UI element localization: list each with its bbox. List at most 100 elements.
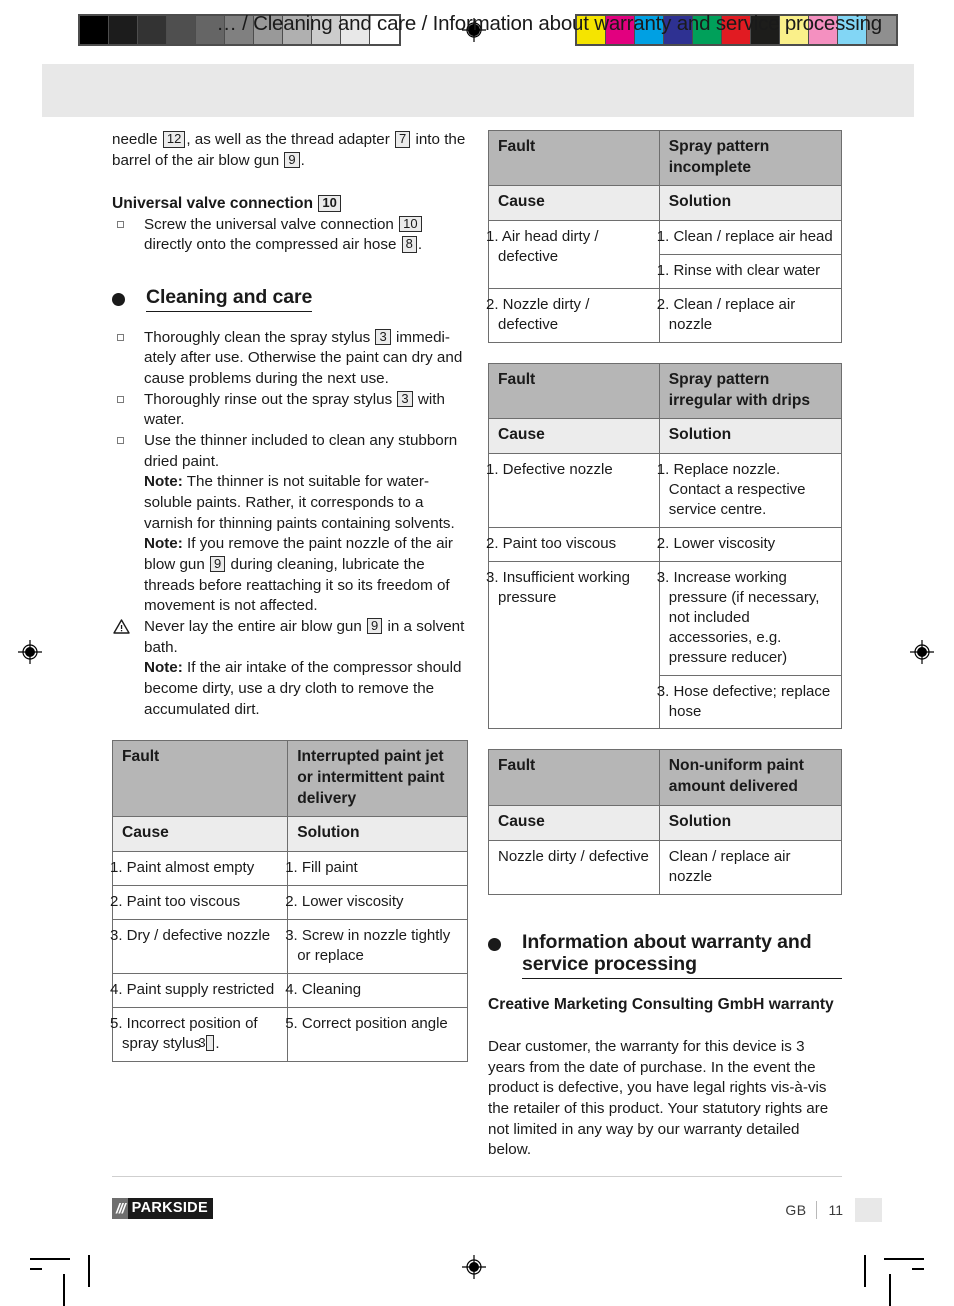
table-cell-fault-value: Interrupted paint jet or intermittent pa… — [287, 740, 468, 818]
table-cell-solution-label: Solution — [658, 418, 843, 455]
table-cell-fault-value: Non-uniform paint amount delivered — [658, 749, 843, 806]
list-item-warning: Never lay the entire air blow gun 9 in a… — [112, 617, 468, 720]
ref-chip: 9 — [284, 151, 300, 169]
footer-divider — [112, 1176, 842, 1177]
table-row: Cause Solution — [488, 804, 843, 841]
page-number: 11 — [828, 1202, 843, 1218]
table-row: 1. Air head dirty / defective 1. Clean /… — [486, 220, 843, 290]
text-fragment: directly onto the compressed air hose — [144, 236, 397, 254]
table-cell-cause-label: Cause — [488, 185, 660, 222]
left-column: needle 12, as well as the thread adapter… — [110, 130, 468, 1062]
text-fragment: Screw the universal valve connection — [144, 215, 394, 233]
gray-swatch-0 — [80, 16, 109, 44]
text-fragment: , as well as the thread adapter — [186, 131, 390, 148]
table-row: Cause Solution — [488, 418, 843, 455]
ref-chip: 8 — [401, 236, 417, 253]
bullet-dot-icon — [488, 937, 501, 951]
table-cell-solution: 2. Lower viscosity — [285, 885, 468, 921]
fault-table-non-uniform: Fault Non-uniform paint amount delivered… — [488, 749, 843, 895]
square-bullet-icon — [117, 220, 124, 228]
table-cell-fault-value: Spray pattern incomplete — [658, 129, 843, 187]
square-bullet-icon — [117, 436, 124, 444]
table-row: 2. Paint too viscous 2. Lower viscosity — [110, 885, 468, 921]
cleaning-instruction-list: Thoroughly clean the spray stylus 3 imme… — [112, 328, 468, 721]
logo-slashes: /// — [112, 1198, 128, 1219]
table-cell-solution: 3. Screw in nozzle tightly or replace — [285, 919, 468, 974]
table-cell-cause: 1. Air head dirty / defective — [486, 220, 660, 290]
table-row: 3. Insufficient working pressure 3. Incr… — [486, 560, 843, 730]
table-row: Cause Solution — [111, 816, 468, 853]
page-header-band — [42, 64, 914, 117]
ref-chip: 10 — [318, 195, 341, 212]
table-cell-solution: 1. Fill paint — [285, 851, 468, 887]
continued-paragraph: needle 12, as well as the thread adapter… — [112, 130, 468, 171]
table-row: 4. Paint supply restricted 4. Cleaning — [110, 972, 468, 1008]
warranty-subheading: Creative Marketing Consulting GmbH warra… — [488, 995, 834, 1013]
text-fragment: 5. Incorrect position of spray stylus — [110, 1014, 258, 1052]
table-cell-solution: 1. Rinse with clear water — [657, 254, 843, 290]
registration-mark-icon — [462, 1255, 486, 1279]
table-cell-cause-label: Cause — [111, 816, 289, 853]
table-cell-solution: 2. Clean / replace air nozzle — [657, 288, 843, 343]
fault-table-interrupted-jet: Fault Interrupted paint jet or intermitt… — [110, 740, 468, 1062]
page-footer-info: GB 11 — [785, 1198, 882, 1222]
text-fragment: . — [417, 236, 423, 254]
footer-separator — [816, 1201, 818, 1219]
note-label: Note: — [144, 659, 183, 677]
table-cell-solution: 3. Hose defective; replace hose — [657, 674, 843, 730]
table-row: 2. Paint too viscous 2. Lower viscosity — [486, 526, 843, 562]
crop-mark — [864, 1255, 866, 1287]
note-label: Note: — [144, 535, 183, 553]
table-cell-cause: 4. Paint supply restricted — [110, 972, 289, 1008]
crop-mark — [30, 1258, 70, 1260]
valve-subheading: Universal valve connection 10 — [112, 193, 468, 214]
table-row: 3. Dry / defective nozzle 3. Screw in no… — [110, 919, 468, 974]
ref-chip: 9 — [210, 555, 226, 573]
table-cell-cause: 3. Dry / defective nozzle — [110, 919, 289, 974]
table-cell-cause: Nozzle dirty / defective — [488, 839, 660, 895]
section-title: Cleaning and care — [146, 286, 312, 312]
footer-color-block — [855, 1198, 882, 1222]
ref-chip: 12 — [162, 131, 186, 148]
gray-swatch-3 — [167, 16, 196, 44]
table-cell-solution: 3. Increase working pressure (if necessa… — [657, 560, 843, 676]
bullet-dot-icon — [112, 292, 125, 306]
ref-chip: 3 — [198, 1034, 215, 1052]
ref-chip: 7 — [395, 131, 411, 148]
logo-wordmark: PARKSIDE — [127, 1198, 213, 1219]
text-fragment: Thoroughly rinse out the spray stylus — [144, 390, 393, 408]
table-cell-cause: 2. Nozzle dirty / defective — [486, 288, 660, 343]
text-fragment: Never lay the entire air blow gun — [144, 617, 362, 635]
table-row: Fault Non-uniform paint amount delivered — [488, 749, 843, 806]
table-row: 1. Defective nozzle 1. Replace nozzle. C… — [486, 453, 843, 528]
registration-mark-icon — [910, 640, 934, 664]
gray-swatch-1 — [109, 16, 138, 44]
table-cell-solution: 2. Lower viscosity — [657, 526, 843, 562]
warranty-heading: Information about warranty and service p… — [488, 931, 842, 979]
ref-chip: 9 — [367, 617, 383, 635]
list-item: Thoroughly rinse out the spray stylus 3 … — [112, 390, 468, 431]
table-cell-solution-label: Solution — [658, 185, 843, 222]
valve-instruction-list: Screw the universal valve connection 10 … — [112, 215, 468, 256]
list-item: Screw the universal valve connection 10 … — [112, 215, 468, 256]
table-cell-cause: 1. Paint almost empty — [110, 851, 289, 887]
parkside-logo: /// PARKSIDE — [112, 1198, 213, 1219]
text-fragment: Use the thinner included to clean any st… — [144, 431, 458, 470]
table-cell-cause: 3. Insufficient working pressure — [486, 560, 660, 730]
table-cell-cause: 5. Incorrect position of spray stylus 3. — [110, 1006, 289, 1062]
table-cell-solution: 1. Clean / replace air head — [657, 220, 843, 256]
text-fragment: needle — [112, 131, 158, 148]
language-code: GB — [785, 1202, 807, 1218]
crop-mark — [912, 1268, 924, 1270]
crop-mark — [884, 1258, 924, 1260]
table-cell-fault-value: Spray pattern irregular with drips — [658, 362, 843, 420]
gray-swatch-2 — [138, 16, 167, 44]
table-cell-fault-label: Fault — [488, 362, 660, 420]
text-fragment: . — [300, 151, 305, 169]
note-text: The thinner is not suitable for water-so… — [144, 473, 455, 532]
table-cell-fault-label: Fault — [488, 129, 660, 187]
table-cell-fault-label: Fault — [111, 740, 289, 818]
table-cell-cause-label: Cause — [488, 804, 660, 841]
table-cell-solution: Clean / replace air nozzle — [658, 839, 843, 895]
text-fragment: . — [215, 1034, 220, 1052]
